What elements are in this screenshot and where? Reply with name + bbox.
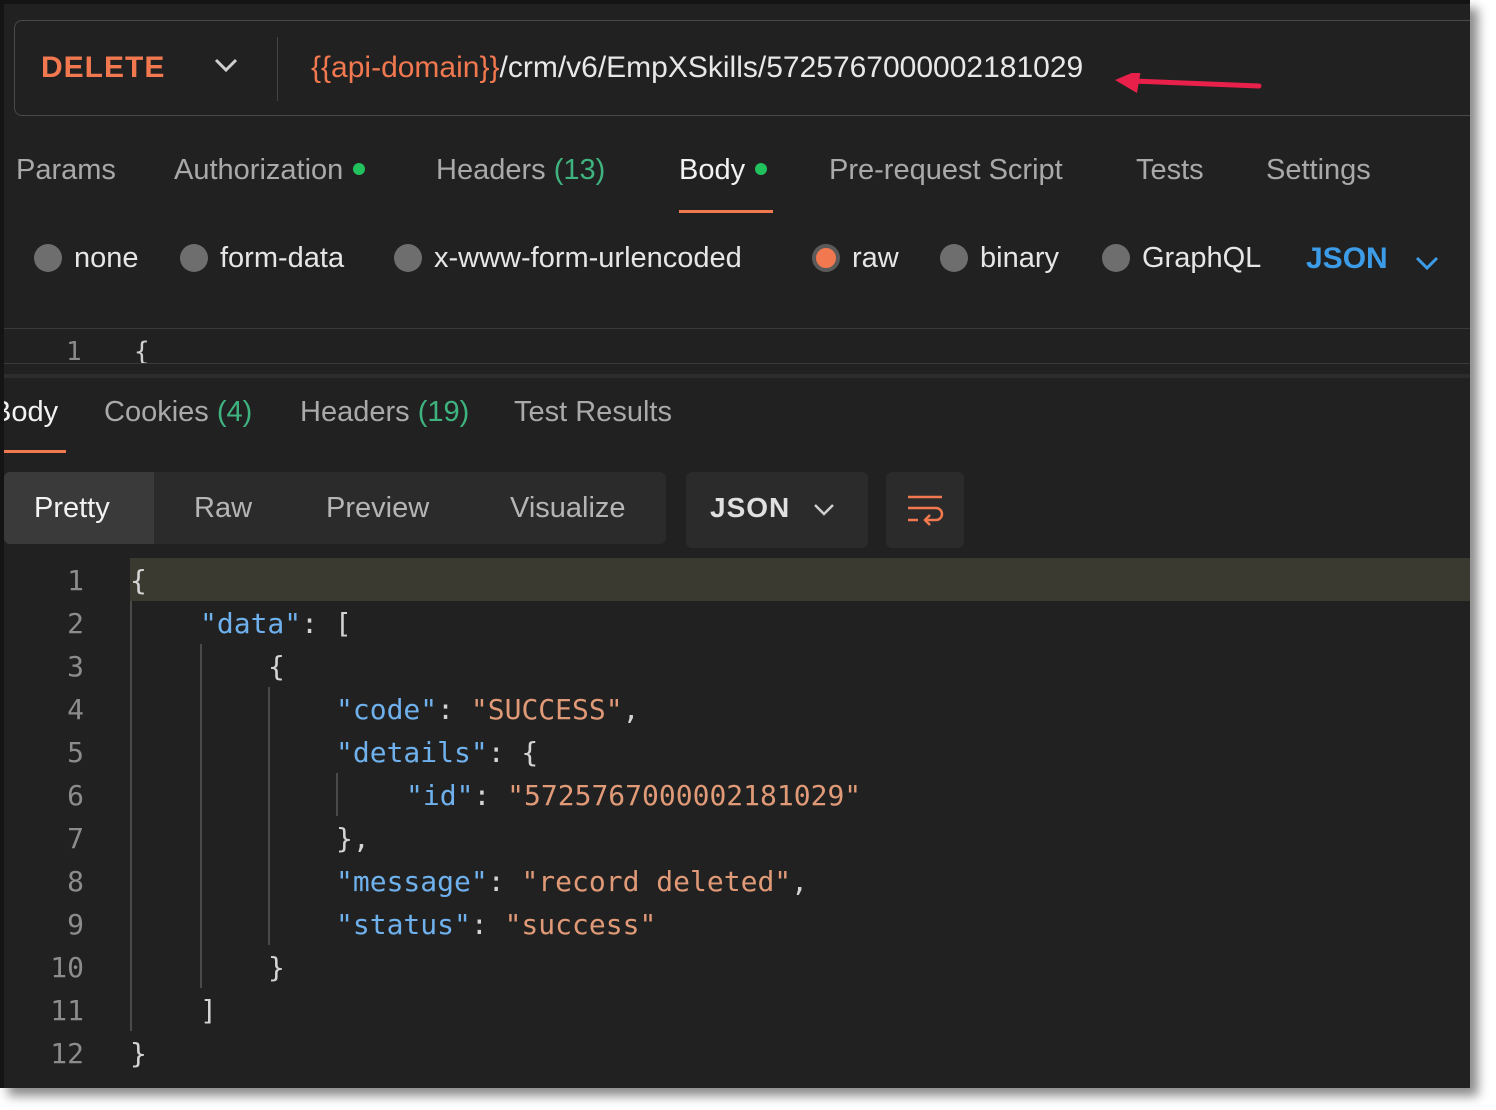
code-text: "message": "record deleted",: [336, 865, 809, 898]
code-line: 12}: [4, 1031, 1470, 1074]
request-body-editor[interactable]: 1 {: [4, 328, 1470, 364]
indent-guide: [200, 644, 202, 988]
code-text: "data": [: [200, 607, 352, 640]
view-visualize-button[interactable]: Visualize: [480, 472, 656, 544]
line-number: 9: [67, 908, 84, 941]
response-tab-body[interactable]: Body: [4, 396, 58, 429]
code-line: 5 "details": {: [4, 730, 1470, 773]
line-number: 6: [67, 779, 84, 812]
code-line: 3{: [4, 644, 1470, 687]
raw-format-select[interactable]: JSON: [1306, 242, 1388, 276]
line-number: 5: [67, 736, 84, 769]
active-tab-indicator: [679, 210, 773, 213]
code-line: {: [134, 337, 150, 364]
radio-circle-icon: [180, 244, 208, 272]
code-text: ]: [200, 994, 217, 1027]
code-text: {: [130, 564, 147, 597]
line-number: 7: [67, 822, 84, 855]
tab-pre-request-script[interactable]: Pre-request Script: [829, 154, 1063, 187]
code-text: }: [268, 951, 285, 984]
tab-headers[interactable]: Headers (13): [436, 154, 605, 187]
code-text: },: [336, 822, 370, 855]
url-path: /crm/v6/EmpXSkills/5725767000002181029: [499, 51, 1084, 84]
http-method-select[interactable]: DELETE: [41, 51, 165, 85]
active-tab-indicator: [4, 450, 66, 453]
code-line: 6 "id": "5725767000002181029": [4, 773, 1470, 816]
radio-circle-icon: [34, 244, 62, 272]
code-line: 9 "status": "success": [4, 902, 1470, 945]
response-tabs: Body Cookies (4) Headers (19) Test Resul…: [4, 396, 1470, 456]
url-input[interactable]: {{api-domain}}/crm/v6/EmpXSkills/5725767…: [311, 51, 1083, 85]
radio-graphql[interactable]: GraphQL: [1102, 242, 1261, 275]
radio-selected-icon: [812, 244, 840, 272]
tab-tests[interactable]: Tests: [1136, 154, 1204, 187]
tab-body[interactable]: Body: [679, 154, 768, 187]
code-line: 4 "code": "SUCCESS",: [4, 687, 1470, 730]
tab-authorization[interactable]: Authorization: [174, 154, 366, 187]
code-text: "status": "success": [336, 908, 657, 941]
indent-guide: [268, 687, 270, 945]
code-line: 10}: [4, 945, 1470, 988]
radio-circle-icon: [394, 244, 422, 272]
radio-none[interactable]: none: [34, 242, 139, 275]
status-dot: [755, 163, 768, 175]
radio-form-data[interactable]: form-data: [180, 242, 344, 275]
view-raw-button[interactable]: Raw: [164, 472, 282, 544]
tab-settings[interactable]: Settings: [1266, 154, 1371, 187]
line-number: 10: [50, 951, 84, 984]
line-number: 4: [67, 693, 84, 726]
chevron-down-icon: [814, 504, 834, 516]
code-text: "id": "5725767000002181029": [406, 779, 862, 812]
view-preview-button[interactable]: Preview: [296, 472, 459, 544]
line-number: 1: [66, 337, 82, 364]
response-tab-headers[interactable]: Headers (19): [300, 396, 469, 429]
response-tab-test-results[interactable]: Test Results: [514, 396, 672, 429]
request-tabs: Params Authorization Headers (13) Body P…: [4, 154, 1470, 214]
tab-params[interactable]: Params: [16, 154, 116, 187]
line-number: 11: [50, 994, 84, 1027]
code-text: {: [268, 650, 285, 683]
indent-guide: [130, 601, 132, 1031]
radio-x-www-form-urlencoded[interactable]: x-www-form-urlencoded: [394, 242, 742, 275]
pane-resize-handle[interactable]: [4, 374, 1470, 378]
indent-guide: [336, 773, 338, 816]
line-number: 1: [67, 564, 84, 597]
line-number: 3: [67, 650, 84, 683]
response-body-viewer[interactable]: 1{2 "data": [3{4 "code": "SUCCESS", 5 "detai…: [4, 558, 1470, 1078]
divider: [277, 37, 278, 101]
chevron-down-icon[interactable]: [213, 55, 239, 75]
wrap-lines-icon: [908, 495, 944, 526]
code-text: }: [130, 1037, 147, 1070]
code-line: 8 "message": "record deleted",: [4, 859, 1470, 902]
annotation-arrow-icon: [1115, 73, 1262, 93]
wrap-lines-button[interactable]: [886, 472, 964, 548]
code-text: "code": "SUCCESS",: [336, 693, 640, 726]
code-line: 11]: [4, 988, 1470, 1031]
response-format-select[interactable]: JSON: [686, 472, 868, 548]
radio-raw[interactable]: raw: [812, 242, 899, 275]
response-tab-cookies[interactable]: Cookies (4): [104, 396, 252, 429]
code-line: 2 "data": [: [4, 601, 1470, 644]
response-view-modes: Pretty Raw Preview Visualize: [4, 472, 666, 544]
view-pretty-button[interactable]: Pretty: [4, 472, 154, 544]
body-type-selector: none form-data x-www-form-urlencoded raw…: [4, 242, 1470, 292]
code-line: 7},: [4, 816, 1470, 859]
response-format-label: JSON: [710, 492, 791, 523]
radio-circle-icon: [940, 244, 968, 272]
line-number: 12: [50, 1037, 84, 1070]
chevron-down-icon[interactable]: [1414, 254, 1440, 272]
radio-circle-icon: [1102, 244, 1130, 272]
request-url-bar: DELETE {{api-domain}}/crm/v6/EmpXSkills/…: [14, 20, 1470, 116]
postman-window: DELETE {{api-domain}}/crm/v6/EmpXSkills/…: [0, 0, 1470, 1088]
code-text: "details": {: [336, 736, 539, 769]
line-number: 2: [67, 607, 84, 640]
radio-binary[interactable]: binary: [940, 242, 1059, 275]
url-variable: {{api-domain}}: [311, 51, 500, 84]
status-dot: [353, 163, 366, 175]
line-number: 8: [67, 865, 84, 898]
code-line: 1{: [4, 558, 1470, 601]
